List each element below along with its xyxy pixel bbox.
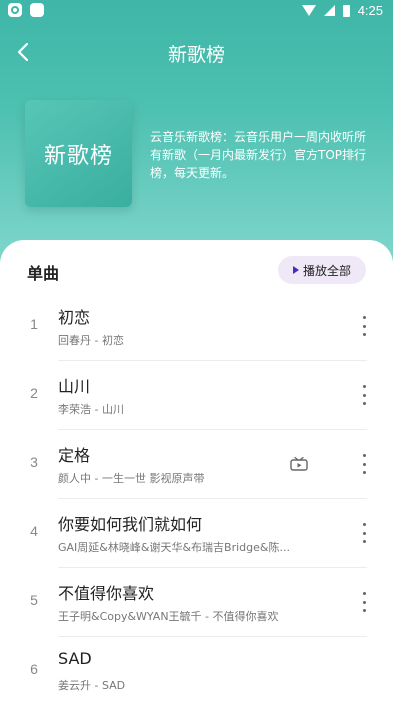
playlist-cover: 新歌榜	[25, 100, 132, 207]
song-subtitle: 回春丹 - 初恋	[58, 334, 124, 347]
song-row[interactable]: 6 SAD 姜云升 - SAD	[0, 637, 393, 706]
song-subtitle: 姜云升 - SAD	[58, 679, 126, 692]
notification-icon	[30, 3, 44, 17]
wifi-icon	[301, 5, 316, 16]
play-all-button[interactable]: 播放全部	[278, 256, 366, 284]
song-rank: 3	[30, 454, 38, 470]
song-title: 不值得你喜欢	[58, 584, 155, 603]
song-rank: 1	[30, 316, 38, 332]
cover-text: 新歌榜	[43, 143, 113, 169]
playlist-description: 云音乐新歌榜：云音乐用户一周内收听所有新歌（一月内最新发行）官方TOP排行榜，每…	[150, 130, 367, 180]
song-subtitle: 王子明&Copy&WYAN王毓千 - 不值得你喜欢	[58, 610, 279, 623]
song-row[interactable]: 1 初恋 回春丹 - 初恋	[0, 292, 393, 361]
more-vertical-icon[interactable]	[361, 316, 367, 336]
more-vertical-icon[interactable]	[361, 385, 367, 405]
song-rank: 4	[30, 523, 38, 539]
song-subtitle: GAI周延&林晓峰&谢天华&布瑞吉Bridge&陈...	[58, 541, 290, 554]
song-rank: 6	[30, 661, 38, 677]
status-time: 4:25	[357, 3, 383, 18]
song-subtitle: 李荣浩 - 山川	[58, 403, 124, 416]
song-row[interactable]: 2 山川 李荣浩 - 山川	[0, 361, 393, 430]
song-title: 定格	[58, 446, 91, 465]
song-subtitle: 颜人中 - 一生一世 影视原声带	[58, 472, 205, 485]
song-title: SAD	[58, 649, 92, 668]
song-rank: 2	[30, 385, 38, 401]
status-bar: 4:25	[0, 0, 393, 22]
page-title: 新歌榜	[167, 44, 225, 66]
song-title: 山川	[58, 377, 91, 396]
section-title: 单曲	[27, 264, 60, 283]
more-vertical-icon[interactable]	[361, 454, 367, 474]
battery-icon	[342, 4, 350, 17]
song-title: 初恋	[58, 308, 91, 327]
app-notification-icon	[8, 3, 22, 17]
more-vertical-icon[interactable]	[361, 523, 367, 543]
song-row[interactable]: 3 定格 颜人中 - 一生一世 影视原声带	[0, 430, 393, 499]
song-row[interactable]: 5 不值得你喜欢 王子明&Copy&WYAN王毓千 - 不值得你喜欢	[0, 568, 393, 637]
play-all-label: 播放全部	[302, 263, 351, 278]
song-title: 你要如何我们就如何	[58, 515, 203, 534]
tv-icon[interactable]	[290, 457, 308, 471]
song-row[interactable]: 4 你要如何我们就如何 GAI周延&林晓峰&谢天华&布瑞吉Bridge&陈...	[0, 499, 393, 568]
signal-icon	[323, 5, 335, 16]
more-vertical-icon[interactable]	[361, 592, 367, 612]
play-icon	[292, 266, 299, 274]
song-rank: 5	[30, 592, 38, 608]
